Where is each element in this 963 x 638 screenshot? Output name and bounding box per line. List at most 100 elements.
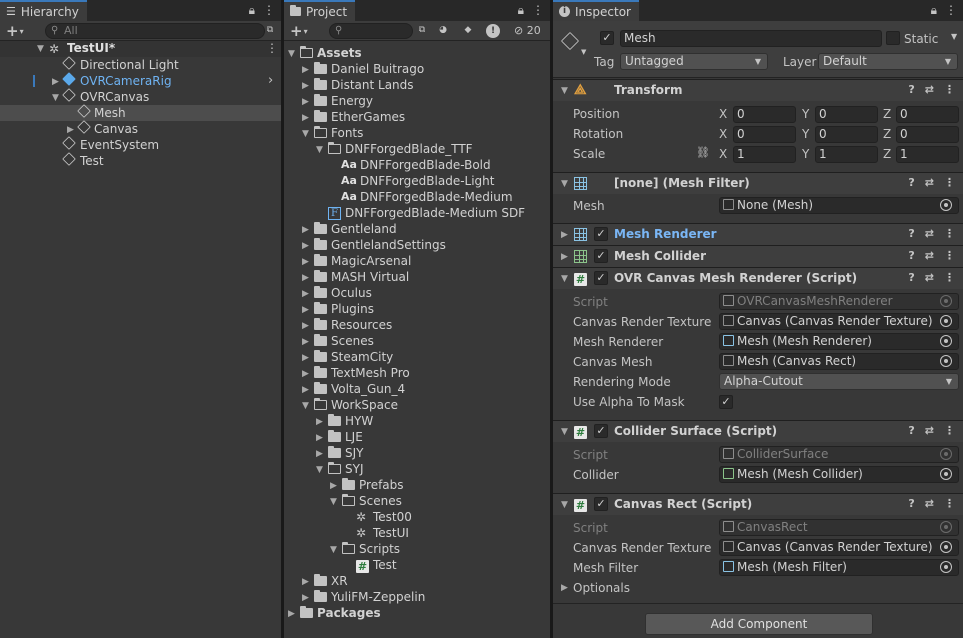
project-item[interactable]: ▶ Distant Lands — [284, 77, 550, 93]
canvas-rect-enabled-checkbox[interactable]: ✓ — [594, 497, 608, 511]
help-icon[interactable]: ? — [908, 227, 914, 240]
create-button[interactable]: +▾ — [6, 22, 24, 40]
project-item[interactable]: ▶ Volta_Gun_4 — [284, 381, 550, 397]
expand-arrow-icon[interactable]: ▶ — [302, 110, 309, 126]
project-item[interactable]: ▶ Gentleland — [284, 221, 550, 237]
collapse-arrow-icon[interactable]: ▼ — [288, 46, 295, 62]
project-item[interactable]: ▶ Daniel Buitrago — [284, 61, 550, 77]
static-checkbox[interactable] — [886, 31, 900, 45]
rotation-x-field[interactable]: 0 — [733, 126, 796, 143]
project-item[interactable]: ▶ Oculus — [284, 285, 550, 301]
more-icon[interactable]: ⋮ — [944, 271, 955, 284]
project-item[interactable]: ▶ Resources — [284, 317, 550, 333]
project-item[interactable]: ▶ MagicArsenal — [284, 253, 550, 269]
project-item[interactable]: ▼ SYJ — [284, 461, 550, 477]
hierarchy-item[interactable]: EventSystem — [0, 136, 281, 153]
preset-icon[interactable]: ⇄ — [925, 497, 934, 510]
expand-arrow-icon[interactable]: ▶ — [302, 286, 309, 302]
scene-header-row[interactable]: ▼ ✲ TestUI* ⋮ — [0, 41, 281, 57]
hierarchy-item[interactable]: Test — [0, 152, 281, 169]
optionals-foldout[interactable]: ▶ Optionals — [553, 580, 753, 598]
mesh-collider-enabled-checkbox[interactable]: ✓ — [594, 249, 608, 263]
gameobject-icon[interactable] — [560, 30, 580, 54]
expand-arrow-icon[interactable]: ▶ — [302, 254, 309, 270]
expand-arrow-icon[interactable]: ▶ — [561, 583, 568, 593]
mesh-renderer-enabled-checkbox[interactable]: ✓ — [594, 227, 608, 241]
expand-arrow-icon[interactable]: ▶ — [302, 238, 309, 254]
hidden-packages-toggle[interactable]: ⊘ 20 — [514, 24, 541, 37]
expand-arrow-icon[interactable]: ▶ — [330, 478, 337, 494]
expand-arrow-icon[interactable]: ▶ — [302, 62, 309, 78]
more-icon[interactable]: ⋮ — [944, 83, 955, 96]
collapse-arrow-icon[interactable]: ▼ — [561, 427, 568, 437]
help-icon[interactable]: ? — [908, 83, 914, 96]
expand-arrow-icon[interactable]: ▶ — [302, 318, 309, 334]
preset-icon[interactable]: ⇄ — [925, 227, 934, 240]
expand-arrow-icon[interactable]: ▶ — [561, 230, 568, 240]
tag-dropdown[interactable]: Untagged ▼ — [620, 53, 768, 70]
project-item[interactable]: ▶ MASH Virtual — [284, 269, 550, 285]
preset-icon[interactable]: ⇄ — [925, 83, 934, 96]
search-by-type-icon[interactable]: ⧉ — [414, 23, 430, 39]
object-picker-icon[interactable] — [940, 335, 952, 347]
project-item[interactable]: # Test — [284, 557, 550, 573]
collapse-arrow-icon[interactable]: ▼ — [330, 494, 337, 510]
position-z-field[interactable]: 0 — [896, 106, 959, 123]
mesh-renderer-header[interactable]: ▶ ✓ Mesh Renderer ? ⇄ ⋮ — [553, 223, 963, 245]
more-icon[interactable]: ⋮ — [944, 176, 955, 189]
help-icon[interactable]: ? — [908, 497, 914, 510]
more-icon[interactable]: ⋮ — [945, 3, 957, 18]
collapse-arrow-icon[interactable]: ▼ — [561, 179, 568, 189]
expand-arrow-icon[interactable]: ▶ — [316, 430, 323, 446]
project-item[interactable]: ▶ SJY — [284, 445, 550, 461]
collapse-arrow-icon[interactable]: ▼ — [330, 542, 337, 558]
project-item[interactable]: ▶ Energy — [284, 93, 550, 109]
project-item[interactable]: Aa DNFForgedBlade-Medium — [284, 189, 550, 205]
preset-icon[interactable]: ⇄ — [925, 176, 934, 189]
transform-header[interactable]: ▼ ⟁ Transform ? ⇄ ⋮ — [553, 79, 963, 101]
hierarchy-item[interactable]: Directional Light — [0, 56, 281, 73]
project-tab[interactable]: Project — [284, 0, 356, 21]
hierarchy-tab[interactable]: ☰ Hierarchy — [0, 0, 87, 21]
help-icon[interactable]: ? — [908, 249, 914, 262]
project-item[interactable]: ▶ XR — [284, 573, 550, 589]
help-icon[interactable]: ? — [908, 176, 914, 189]
project-item[interactable]: ▶ TextMesh Pro — [284, 365, 550, 381]
expand-arrow-icon[interactable]: ▼ — [37, 44, 44, 54]
link-scale-icon[interactable]: ⛓ — [696, 146, 710, 159]
project-item[interactable]: ▶ Scenes — [284, 333, 550, 349]
collapse-arrow-icon[interactable]: ▼ — [316, 462, 323, 478]
rotation-z-field[interactable]: 0 — [896, 126, 959, 143]
scale-y-field[interactable]: 1 — [815, 146, 878, 163]
lock-icon[interactable]: 🔒︎ — [518, 3, 524, 18]
project-item[interactable]: ▶ Prefabs — [284, 477, 550, 493]
lock-icon[interactable]: 🔒︎ — [931, 3, 937, 18]
more-icon[interactable]: ⋮ — [263, 3, 275, 18]
collapse-arrow-icon[interactable]: ▼ — [561, 500, 568, 510]
mesh-filter-header[interactable]: ▼ [none] (Mesh Filter) ? ⇄ ⋮ — [553, 172, 963, 194]
scale-x-field[interactable]: 1 — [733, 146, 796, 163]
project-item[interactable]: F DNFForgedBlade-Medium SDF — [284, 205, 550, 221]
icon-dropdown-arrow[interactable]: ▼ — [581, 48, 586, 56]
object-name-input[interactable]: Mesh — [620, 30, 882, 47]
scene-visibility-icon[interactable]: ⧉ — [262, 23, 278, 39]
rotation-y-field[interactable]: 0 — [815, 126, 878, 143]
object-picker-icon[interactable] — [940, 468, 952, 480]
chevron-right-icon[interactable]: › — [268, 73, 273, 89]
more-icon[interactable]: ⋮ — [944, 227, 955, 240]
project-search-input[interactable]: ⚲ — [329, 23, 413, 39]
canvas-mesh-field[interactable]: Mesh (Canvas Rect) — [719, 353, 959, 370]
collapse-arrow-icon[interactable]: ▼ — [302, 126, 309, 142]
expand-arrow-icon[interactable]: ▶ — [302, 382, 309, 398]
object-picker-icon[interactable] — [940, 199, 952, 211]
project-item[interactable]: ▶ YuliFM-Zeppelin — [284, 589, 550, 605]
inspector-tab[interactable]: i Inspector — [553, 0, 639, 21]
expand-arrow-icon[interactable]: ▶ — [288, 606, 295, 622]
collapse-arrow-icon[interactable]: ▼ — [52, 90, 59, 106]
hierarchy-item-selected[interactable]: Mesh — [0, 104, 281, 121]
layer-dropdown[interactable]: Default ▼ — [818, 53, 958, 70]
help-icon[interactable]: ? — [908, 424, 914, 437]
expand-arrow-icon[interactable]: ▶ — [302, 350, 309, 366]
expand-arrow-icon[interactable]: ▶ — [302, 334, 309, 350]
expand-arrow-icon[interactable]: ▶ — [302, 94, 309, 110]
